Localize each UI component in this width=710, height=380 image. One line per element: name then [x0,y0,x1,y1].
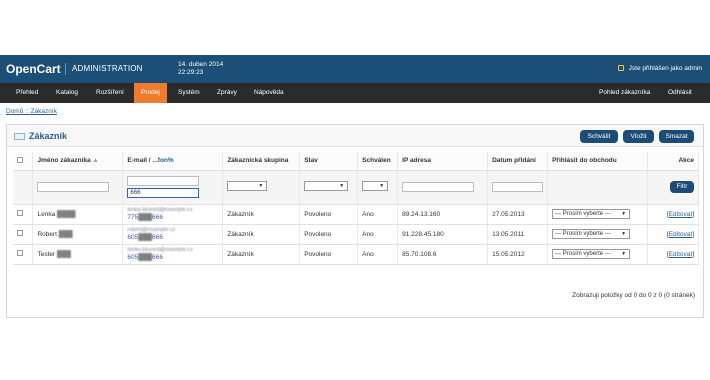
table-row: Tester ███ tester.blurred@example.cz 605█… [13,244,699,265]
customer-email: lenka.blurred@example.cz 775███666 [122,204,224,225]
customer-date: 15.05.2012 [487,244,549,265]
login-status: Jste přihlášen jako admin [617,65,702,72]
breadcrumb-current[interactable]: Zákazník [31,108,57,115]
edit-link[interactable]: Editovat [669,231,693,238]
email-filter-input[interactable]: 666 [127,188,200,198]
breadcrumb-separator: :: [23,108,31,115]
menu-item-logout[interactable]: Odhlásit [668,89,692,96]
customer-panel: Zákazník Schválit Vložit Smazat Jméno zá… [6,124,704,318]
customer-name: Robert ███ [32,224,124,245]
approved-header[interactable]: Schválen [357,152,399,171]
group-filter-select[interactable] [227,181,268,191]
customer-group: Zákazník [222,204,301,225]
date-line: 14. duben 2014 [178,61,224,68]
customer-status: Povoleno [299,224,359,245]
approve-button[interactable]: Schválit [580,130,618,143]
row-checkbox[interactable] [17,210,23,216]
store-login-select[interactable]: --- Prosím vyberte --- [552,209,631,219]
edit-link[interactable]: Editovat [669,251,693,258]
select-all-checkbox[interactable] [17,156,23,163]
customer-email: robert@example.cz 605███666 [122,224,224,245]
blurred-surname: ███ [58,230,73,238]
filter-row: 666 Filtr [13,170,699,205]
brand-logo: OpenCart [6,62,61,76]
main-menu: Přehled Katalog Rozšíření Prodej Systém … [0,83,710,103]
customer-ip: 91.228.45.180 [397,224,489,245]
date-filter-input[interactable] [492,182,544,192]
store-login-select[interactable]: --- Prosím vyberte --- [552,249,631,259]
blurred-surname: ████ [57,210,76,218]
customer-date: 13.05.2011 [487,224,549,245]
menu-item-prodej[interactable]: Prodej [134,83,167,103]
select-all-cell [13,152,34,171]
breadcrumb-home[interactable]: Domů [6,108,23,115]
action-header: Akce [647,152,699,171]
customer-name: Lenka ████ [32,204,124,225]
customer-approved: Ano [357,224,399,245]
table-row: Robert ███ robert@example.cz 605███666 Zá… [13,224,699,245]
filter-button[interactable]: Filtr [670,181,694,193]
row-checkbox[interactable] [17,250,23,256]
email-filter-input-top[interactable] [127,176,200,186]
approved-filter-select[interactable] [362,181,389,191]
sort-up-icon[interactable]: ▲ [92,157,98,164]
email-header[interactable]: E-mail / ...fon% [122,152,224,171]
menu-item-napoveda[interactable]: Nápověda [254,89,284,96]
customer-status: Povoleno [299,204,359,225]
menu-item-zpravy[interactable]: Zprávy [217,89,237,96]
brand-separator [65,63,66,75]
menu-item-store-view[interactable]: Pohled zákazníka [599,89,650,96]
breadcrumb: Domů :: Zákazník [6,108,57,115]
delete-button[interactable]: Smazat [659,130,694,143]
customer-approved: Ano [357,244,399,265]
name-filter-input[interactable] [37,182,110,192]
customer-ip: 89.24.13.160 [397,204,489,225]
menu-item-rozsireni[interactable]: Rozšíření [96,89,124,96]
table-header-row: Jméno zákazníka ▲ E-mail / ...fon% Zákaz… [13,152,699,171]
status-filter-select[interactable] [304,181,349,191]
customer-date: 27.05.2013 [487,204,549,225]
page-title: Zákazník [29,131,68,141]
customer-list-icon [14,133,25,140]
insert-button[interactable]: Vložit [623,130,654,143]
customer-name: Tester ███ [32,244,124,265]
date-time: 14. duben 2014 22:29:23 [178,61,223,77]
group-header[interactable]: Zákaznická skupina [222,152,301,171]
menu-item-katalog[interactable]: Katalog [56,89,78,96]
customer-table: Jméno zákazníka ▲ E-mail / ...fon% Zákaz… [13,152,699,265]
email-filter-link[interactable]: ...fon% [152,157,173,164]
blurred-surname: ███ [56,250,71,258]
admin-label: ADMINISTRATION [72,64,143,73]
customer-status: Povoleno [299,244,359,265]
row-checkbox[interactable] [17,230,23,236]
table-row: Lenka ████ lenka.blurred@example.cz 775██… [13,204,699,225]
name-header[interactable]: Jméno zákazníka ▲ [32,152,124,171]
status-header[interactable]: Stav [299,152,359,171]
edit-link[interactable]: Editovat [669,211,693,218]
ip-filter-input[interactable] [402,182,475,192]
lock-icon [617,65,624,71]
time-line: 22:29:23 [178,69,204,76]
login-text: Jste přihlášen jako admin [628,65,702,72]
store-login-select[interactable]: --- Prosím vyberte --- [552,229,631,239]
customer-group: Zákazník [222,224,301,245]
login-store-header: Přihlásit do obchodu [547,152,649,171]
ip-header[interactable]: IP adresa [397,152,489,171]
pagination-text: Zobrazuji položky od 0 do 0 z 0 (0 strán… [572,292,695,299]
date-header[interactable]: Datum přidání [487,152,549,171]
panel-header: Zákazník Schválit Vložit Smazat [7,125,703,147]
top-header: OpenCart ADMINISTRATION 14. duben 2014 2… [0,55,710,83]
customer-group: Zákazník [222,244,301,265]
customer-approved: Ano [357,204,399,225]
customer-email: tester.blurred@example.cz 605███666 [122,244,224,265]
customer-ip: 85.70.108.6 [397,244,489,265]
menu-item-prehled[interactable]: Přehled [16,89,38,96]
menu-item-system[interactable]: Systém [178,89,200,96]
